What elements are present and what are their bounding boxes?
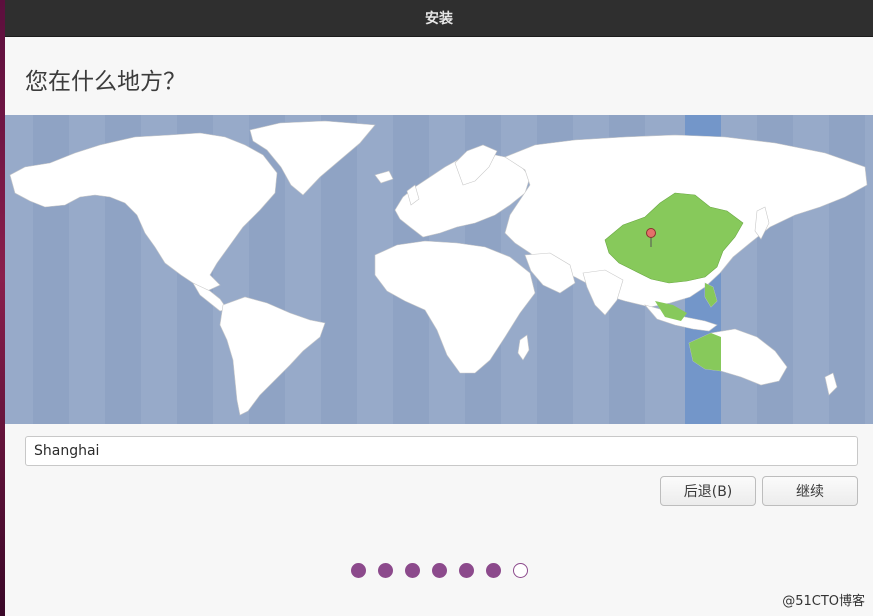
progress-step — [405, 563, 420, 578]
title-bar: 安装 — [5, 0, 873, 37]
timezone-map[interactable] — [5, 115, 873, 424]
progress-step — [486, 563, 501, 578]
progress-step — [459, 563, 474, 578]
back-button[interactable]: 后退(B) — [660, 476, 756, 506]
timezone-input[interactable] — [25, 436, 858, 466]
continue-button[interactable]: 继续 — [762, 476, 858, 506]
progress-step — [351, 563, 366, 578]
world-map[interactable] — [5, 115, 873, 424]
progress-step-current — [513, 563, 528, 578]
progress-step — [432, 563, 447, 578]
progress-indicator — [351, 563, 528, 578]
progress-step — [378, 563, 393, 578]
page-title: 您在什么地方？ — [25, 69, 186, 95]
iceland — [374, 170, 394, 184]
madagascar — [517, 334, 530, 361]
watermark: @51CTO博客 — [782, 594, 865, 609]
window-title: 安装 — [425, 11, 453, 27]
installer-window: 安装 您在什么地方？ Shanghai 后退(B) 继续 — [5, 0, 873, 616]
